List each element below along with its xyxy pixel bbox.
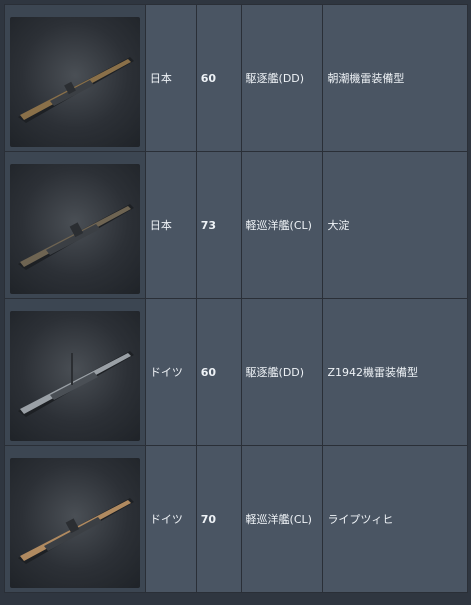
nation-cell: ドイツ [144,298,197,446]
tier-cell: 60 [195,298,242,446]
ship-name-cell: Z1942機雷装備型 [322,298,468,446]
ship-thumbnail [9,164,140,294]
ship-image-cell [4,151,146,299]
nation-cell: 日本 [144,151,197,299]
ship-type-cell: 軽巡洋艦(CL) [240,151,324,299]
ship-image-cell [4,4,146,152]
ship-table: 日本 60 駆逐艦(DD) 朝潮機雷装備型 日本 73 軽巡洋艦(CL) 大淀 [4,4,468,593]
ship-image-cell [4,445,146,593]
ship-thumbnail [9,311,140,441]
table-row: 日本 60 駆逐艦(DD) 朝潮機雷装備型 [4,4,468,152]
ship-image-cell [4,298,146,446]
table-row: ドイツ 60 駆逐艦(DD) Z1942機雷装備型 [4,298,468,446]
ship-thumbnail [9,17,140,147]
ship-type-cell: 駆逐艦(DD) [240,298,324,446]
ship-name-cell: ライプツィヒ [322,445,468,593]
tier-cell: 70 [195,445,242,593]
table-row: 日本 73 軽巡洋艦(CL) 大淀 [4,151,468,299]
table-row: ドイツ 70 軽巡洋艦(CL) ライプツィヒ [4,445,468,593]
nation-cell: 日本 [144,4,197,152]
ship-thumbnail [9,458,140,588]
nation-cell: ドイツ [144,445,197,593]
tier-cell: 73 [195,151,242,299]
ship-type-cell: 軽巡洋艦(CL) [240,445,324,593]
ship-name-cell: 大淀 [322,151,468,299]
ship-name-cell: 朝潮機雷装備型 [322,4,468,152]
ship-type-cell: 駆逐艦(DD) [240,4,324,152]
tier-cell: 60 [195,4,242,152]
